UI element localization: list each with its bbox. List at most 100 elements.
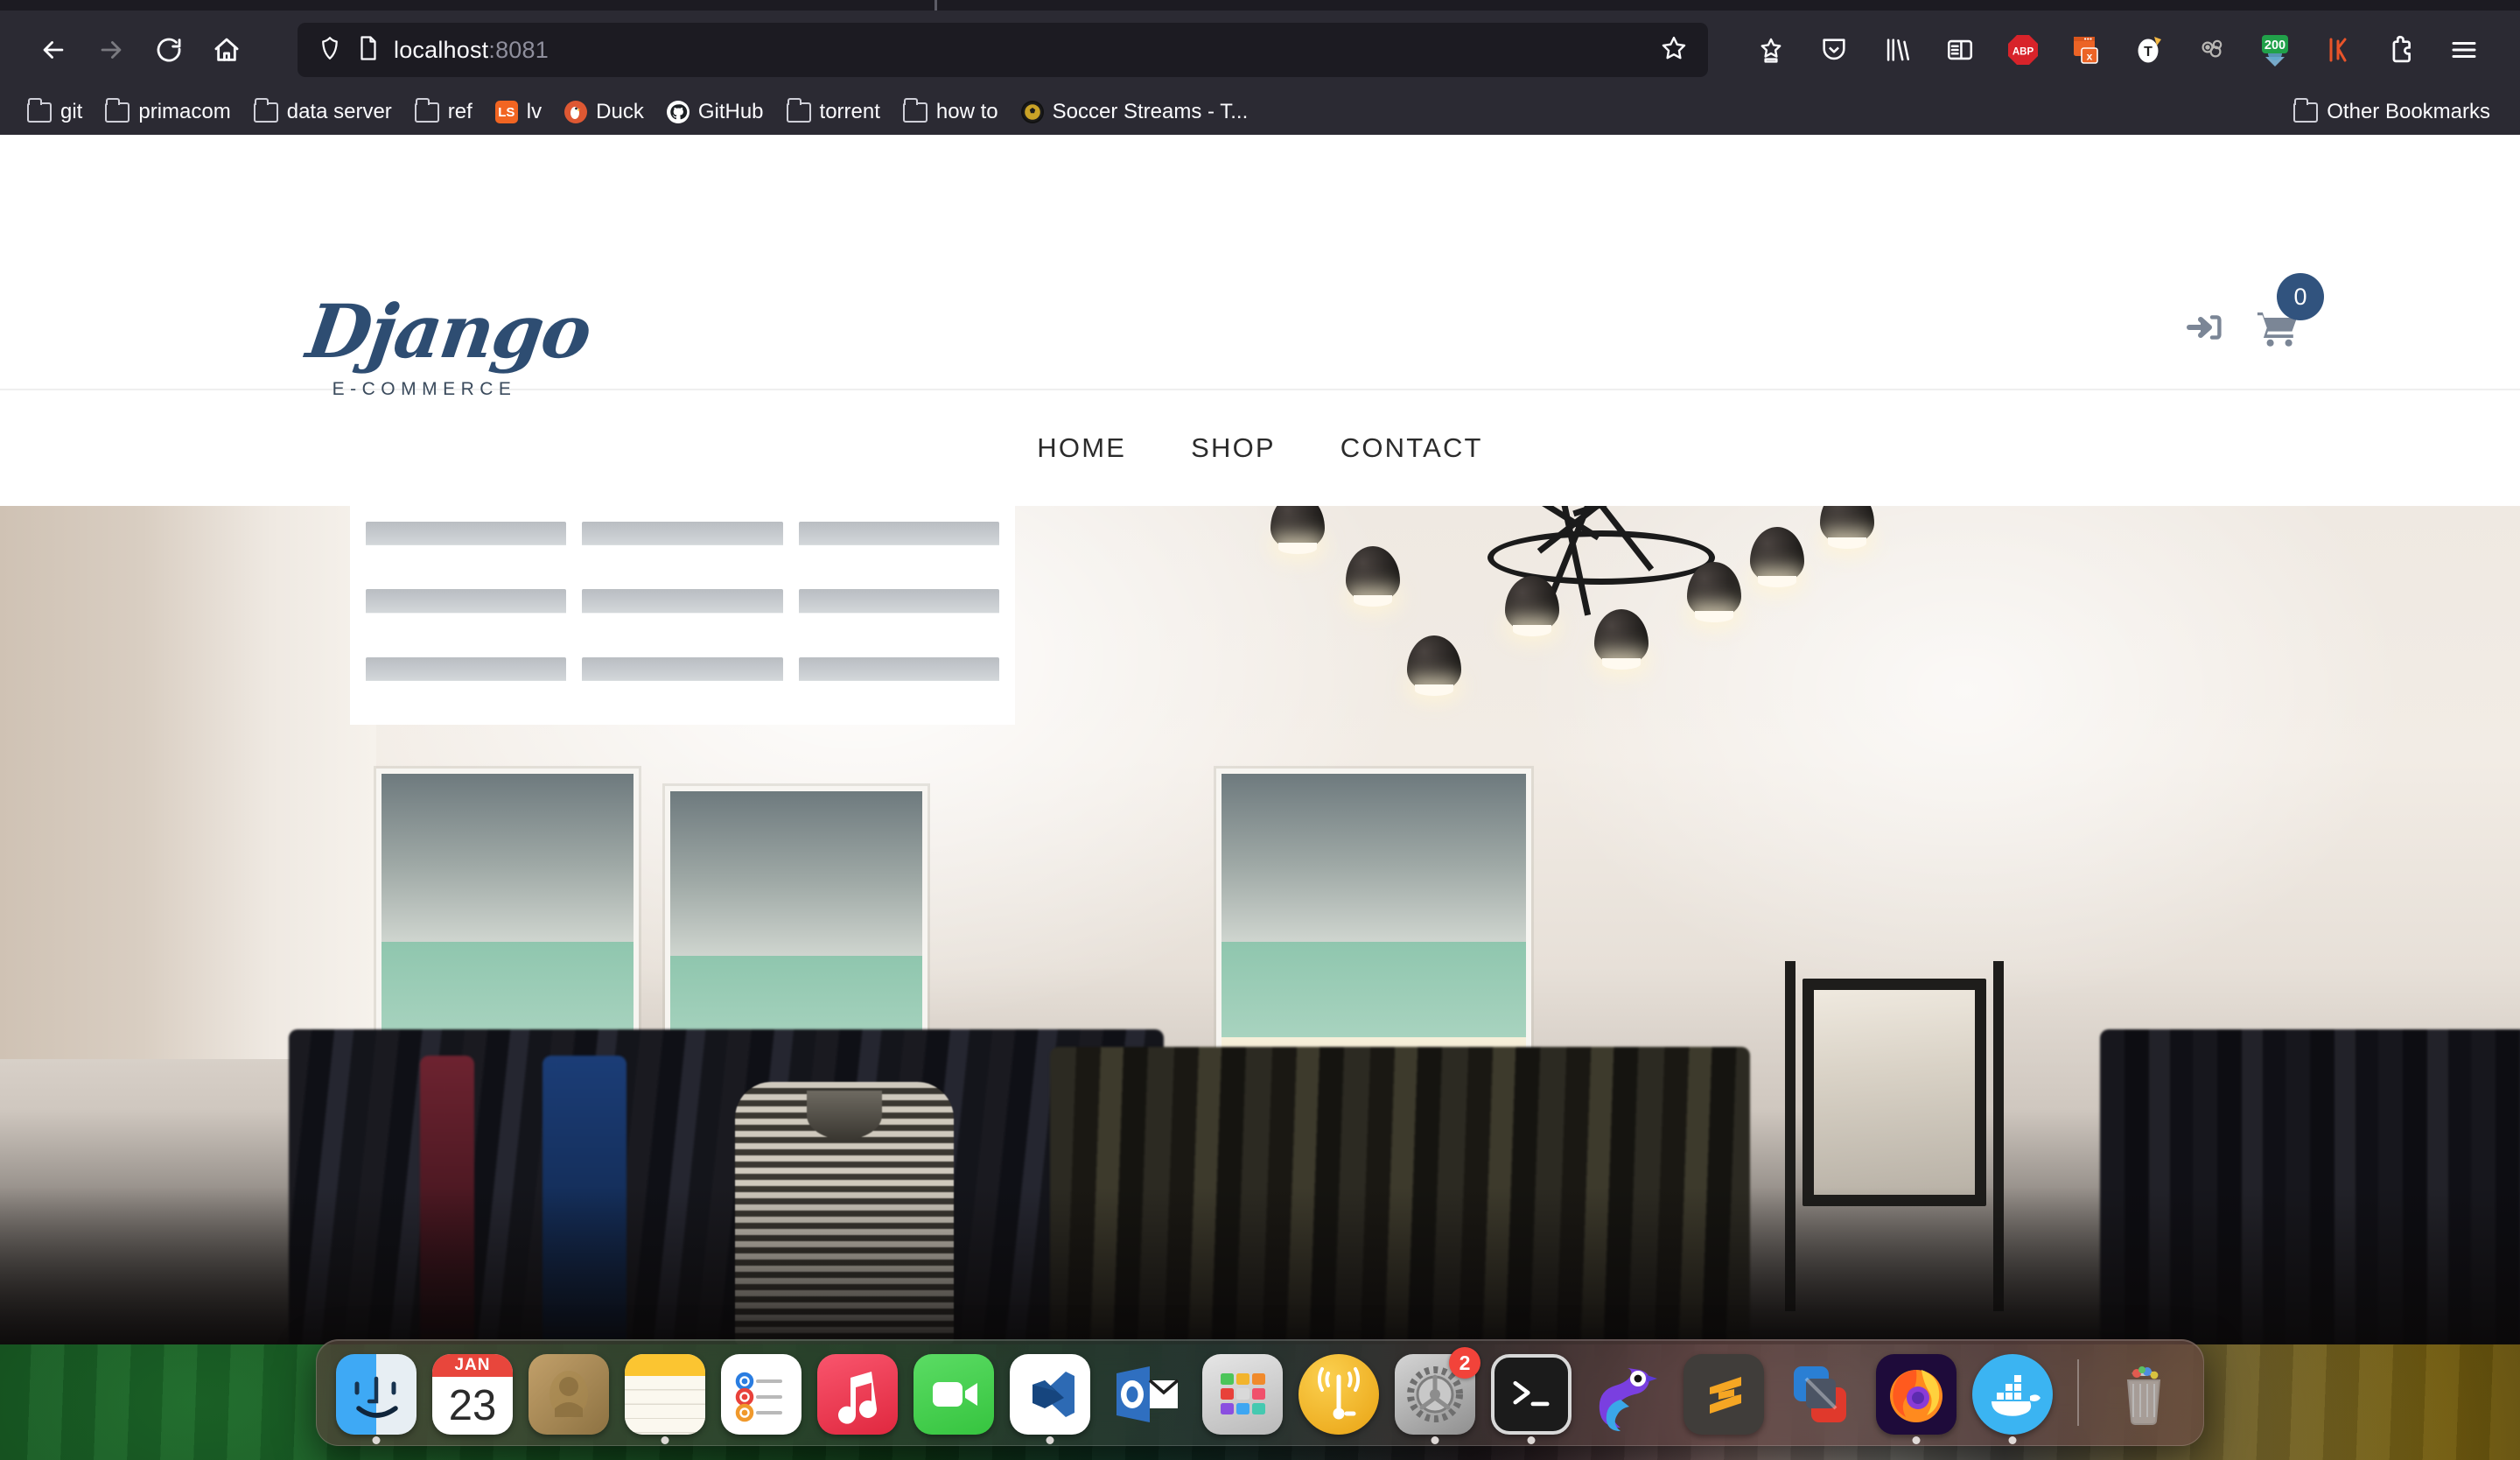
bookmark-torrent[interactable]: torrent	[775, 95, 892, 129]
hero-floor-shadow	[0, 1187, 2520, 1344]
bookmark-label: primacom	[138, 100, 231, 123]
system-preferences-badge: 2	[1449, 1347, 1480, 1379]
dock-separator	[2077, 1359, 2079, 1426]
reload-button[interactable]	[140, 21, 198, 79]
dock-item-finder[interactable]: Finder	[334, 1351, 418, 1444]
folder-icon	[786, 97, 811, 123]
forward-button[interactable]	[82, 21, 140, 79]
ls-favicon: LS	[494, 101, 518, 123]
bookmark-label: torrent	[819, 100, 880, 123]
logo-wordmark: Django	[302, 288, 596, 375]
status-code-label: 200	[2264, 39, 2286, 53]
page-info-icon[interactable]	[357, 35, 380, 66]
site-header: Django E-COMMERCE 0	[0, 135, 2520, 399]
hero-exterior-facade	[350, 506, 1015, 725]
nav-link-shop[interactable]: SHOP	[1158, 432, 1308, 464]
svg-text:T: T	[2144, 45, 2152, 60]
dock-item-visual-studio-code[interactable]: Visual Studio Code	[1008, 1351, 1092, 1444]
bookmark-label: Soccer Streams - T...	[1052, 100, 1249, 123]
hero-image	[0, 506, 2520, 1344]
dock-item-docker[interactable]: Docker	[1970, 1351, 2054, 1444]
cart-button[interactable]: 0	[2256, 273, 2324, 353]
tampermonkey-icon[interactable]: T	[2118, 21, 2180, 79]
bookmark-duck[interactable]: Duck	[553, 95, 655, 129]
url-bar[interactable]: localhost:8081	[298, 23, 1708, 77]
cart-count-badge: 0	[2277, 273, 2324, 320]
other-bookmarks-label: Other Bookmarks	[2327, 100, 2490, 123]
web-page-content: Django E-COMMERCE 0 HOME SHOP CONTACT	[0, 135, 2520, 1344]
browser-toolbar: localhost:8081 ABP x T 200	[0, 11, 2520, 89]
bookmark-label: git	[60, 100, 83, 123]
hero-mirror	[1802, 979, 1986, 1206]
ls-favicon-text: LS	[498, 104, 515, 120]
toolbar-extension-icons: ABP x T 200	[1740, 21, 2496, 79]
extension-puzzle-icon[interactable]	[2370, 21, 2432, 79]
adblock-plus-icon[interactable]: ABP	[1992, 21, 2054, 79]
dock-item-outlook[interactable]: Outlook	[1104, 1351, 1188, 1435]
home-button[interactable]	[198, 21, 256, 79]
back-button[interactable]	[24, 21, 82, 79]
bookmark-github[interactable]: GitHub	[655, 95, 775, 129]
bookmarks-bar: git primacom data server ref LS lv Duck	[0, 89, 2520, 135]
bookmark-lv[interactable]: LS lv	[484, 95, 553, 129]
calendar-day: 23	[448, 1382, 497, 1429]
dock-item-firefox[interactable]: Firefox	[1874, 1351, 1958, 1444]
bookmark-git[interactable]: git	[16, 95, 94, 129]
bookmark-primacom[interactable]: primacom	[94, 95, 242, 129]
bookmark-label: how to	[935, 100, 998, 123]
running-indicator	[1912, 1436, 1921, 1444]
dock-item-music[interactable]: Music	[816, 1351, 900, 1435]
bookmark-how-to[interactable]: how to	[892, 95, 1010, 129]
dock-item-sublime-text[interactable]: Sublime Text	[1682, 1351, 1766, 1435]
pocket-icon[interactable]	[1802, 21, 1866, 79]
privacy-badger-icon[interactable]	[2180, 21, 2244, 79]
dock-item-system-preferences[interactable]: 2 System Preferences	[1393, 1347, 1480, 1444]
firefox-browser-window: localhost:8081 ABP x T 200 git primacom …	[0, 0, 2520, 1344]
bookmark-star-icon[interactable]	[1659, 33, 1689, 67]
login-arrow-icon[interactable]	[2184, 306, 2226, 353]
save-to-pocket-star-icon[interactable]	[1740, 21, 1802, 79]
dock-item-launchpad[interactable]: Launchpad	[1200, 1351, 1284, 1435]
dock-item-parallels-desktop[interactable]: Parallels Desktop	[1778, 1351, 1862, 1435]
dock-item-calendar[interactable]: JAN 23 Calendar	[430, 1351, 514, 1435]
dock-item-contacts[interactable]: Contacts	[527, 1351, 611, 1435]
tab-separator	[934, 0, 937, 11]
dock-item-trash[interactable]: Trash	[2102, 1351, 2186, 1435]
hero-wall-column	[0, 506, 376, 1060]
running-indicator	[2008, 1436, 2017, 1444]
folder-icon	[27, 97, 52, 123]
logo-tagline: E-COMMERCE	[332, 379, 517, 400]
dock-item-kaleidoscope[interactable]: Kaleidoscope	[1586, 1351, 1670, 1435]
tab-strip[interactable]	[0, 0, 2520, 11]
react-devtools-icon[interactable]	[2306, 21, 2370, 79]
bookmark-label: ref	[447, 100, 472, 123]
nav-link-home[interactable]: HOME	[1004, 432, 1158, 464]
running-indicator	[372, 1436, 381, 1444]
app-menu-icon[interactable]	[2432, 21, 2496, 79]
library-icon[interactable]	[1866, 21, 1928, 79]
other-bookmarks-folder[interactable]: Other Bookmarks	[2283, 95, 2501, 129]
url-text[interactable]: localhost:8081	[394, 37, 1645, 64]
status-code-icon[interactable]: 200	[2244, 21, 2306, 79]
dock-item-notes[interactable]: Notes	[623, 1351, 707, 1444]
dock-item-terminal[interactable]: Terminal	[1489, 1351, 1573, 1444]
popup-blocker-icon[interactable]: x	[2054, 21, 2118, 79]
folder-icon	[105, 97, 130, 123]
dock-item-facetime[interactable]: FaceTime	[912, 1351, 996, 1435]
dock-item-airport-utility[interactable]: AirPort Utility	[1297, 1351, 1381, 1435]
site-logo[interactable]: Django E-COMMERCE	[302, 288, 595, 400]
bookmark-ref[interactable]: ref	[403, 95, 484, 129]
folder-icon	[2293, 97, 2319, 123]
shield-icon[interactable]	[317, 35, 343, 66]
dock-item-reminders[interactable]: Reminders	[719, 1351, 803, 1435]
bookmark-data-server[interactable]: data server	[242, 95, 403, 129]
bookmark-label: GitHub	[697, 100, 764, 123]
hero-chandelier	[1270, 506, 1908, 770]
folder-icon	[902, 97, 928, 123]
bookmark-soccer-streams[interactable]: Soccer Streams - T...	[1010, 95, 1260, 129]
nav-link-contact[interactable]: CONTACT	[1308, 432, 1516, 464]
sidebar-icon[interactable]	[1928, 21, 1992, 79]
soccer-favicon	[1020, 101, 1044, 123]
github-favicon	[666, 101, 690, 123]
folder-icon	[414, 97, 439, 123]
